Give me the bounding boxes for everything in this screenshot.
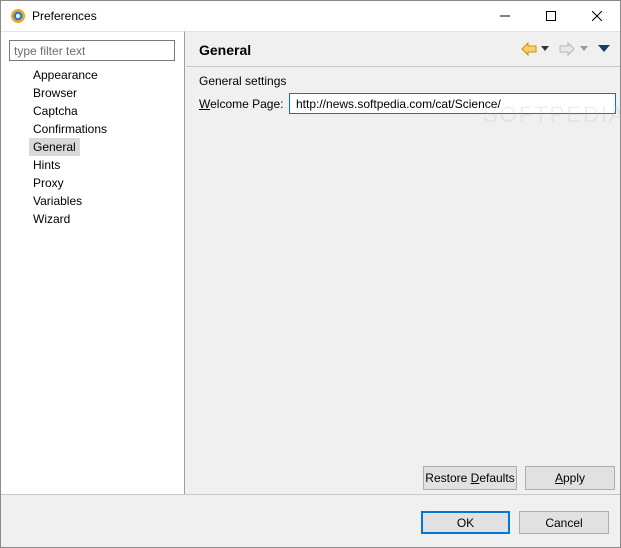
preferences-window: Preferences Appearance Browser Captcha C… — [0, 0, 621, 548]
welcome-page-mnemonic: W — [199, 97, 211, 111]
welcome-page-label: Welcome Page: — [199, 97, 284, 111]
tree-item-general[interactable]: General — [29, 138, 80, 156]
maximize-icon — [546, 11, 556, 21]
tree-item-proxy[interactable]: Proxy — [29, 174, 111, 192]
maximize-button[interactable] — [528, 1, 574, 31]
close-icon — [592, 11, 602, 21]
restore-defaults-button[interactable]: Restore Defaults — [423, 466, 517, 490]
tree-item-hints[interactable]: Hints — [29, 156, 111, 174]
dialog-button-bar: OK Cancel — [1, 494, 620, 547]
ok-button[interactable]: OK — [421, 511, 510, 534]
filter-input[interactable] — [9, 40, 175, 61]
page-header: General — [186, 32, 620, 67]
app-icon — [11, 9, 25, 23]
tree-item-wizard[interactable]: Wizard — [29, 210, 111, 228]
restore-defaults-prefix: Restore — [425, 471, 471, 485]
preference-tree: Appearance Browser Captcha Confirmations… — [29, 66, 111, 228]
view-menu-icon[interactable] — [598, 45, 610, 53]
welcome-page-label-text: elcome Page: — [210, 97, 284, 111]
title-bar: Preferences — [1, 1, 620, 31]
tree-item-appearance[interactable]: Appearance — [29, 66, 111, 84]
forward-history-dropdown-icon[interactable] — [580, 46, 588, 52]
minimize-icon — [500, 15, 510, 17]
minimize-button[interactable] — [482, 1, 528, 31]
general-settings-label: General settings — [199, 74, 287, 88]
tree-item-variables[interactable]: Variables — [29, 192, 111, 210]
back-arrow-icon[interactable] — [521, 41, 537, 57]
preference-tree-panel: Appearance Browser Captcha Confirmations… — [1, 31, 185, 494]
restore-defaults-mnemonic: D — [470, 471, 480, 485]
apply-mnemonic: A — [554, 471, 563, 485]
restore-defaults-suffix: efaults — [479, 471, 515, 485]
window-title: Preferences — [32, 9, 97, 23]
apply-button[interactable]: Apply — [525, 466, 615, 490]
back-history-dropdown-icon[interactable] — [541, 46, 549, 52]
preference-page: General General settings Welcome Page: h… — [186, 31, 621, 494]
page-title: General — [199, 42, 252, 58]
apply-label: pply — [563, 471, 586, 485]
tree-item-confirmations[interactable]: Confirmations — [29, 120, 111, 138]
forward-arrow-icon[interactable] — [559, 41, 575, 57]
close-button[interactable] — [574, 1, 620, 31]
tree-item-captcha[interactable]: Captcha — [29, 102, 111, 120]
welcome-page-input[interactable] — [289, 93, 616, 114]
cancel-button[interactable]: Cancel — [519, 511, 609, 534]
tree-item-browser[interactable]: Browser — [29, 84, 111, 102]
